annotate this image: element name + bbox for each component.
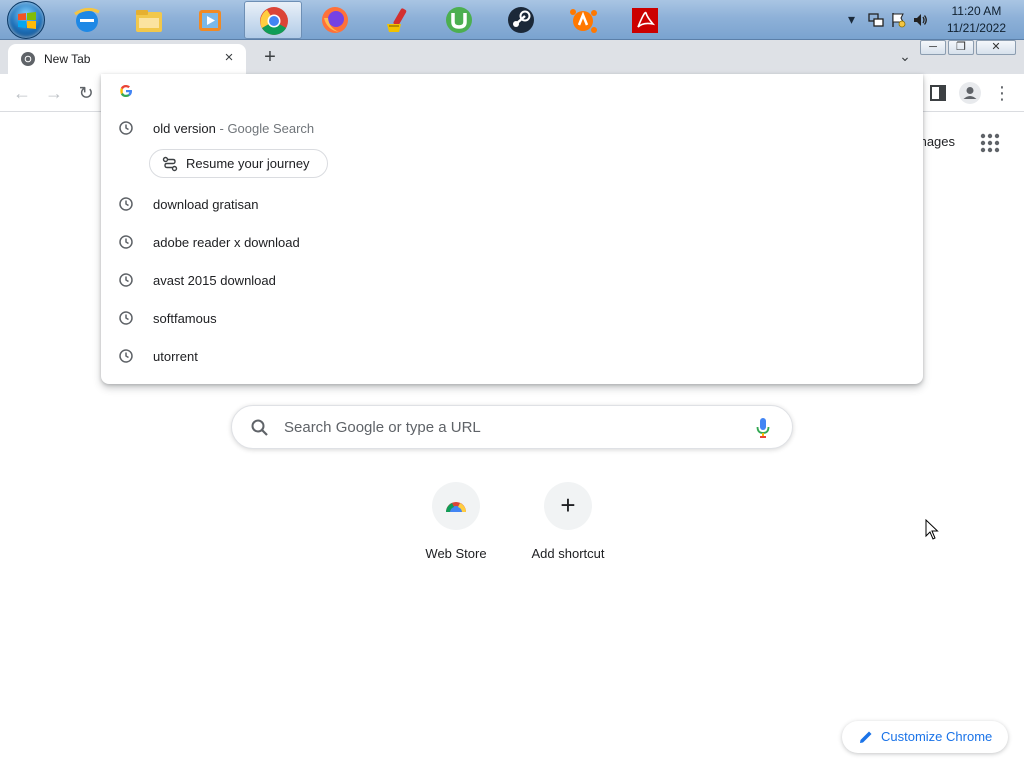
resume-journey-label: Resume your journey [186,156,310,171]
journey-icon [162,156,178,172]
taskbar-chrome[interactable] [244,1,302,39]
chrome-favicon-icon [21,52,35,66]
shortcut-label: Add shortcut [531,546,605,561]
customize-chrome-label: Customize Chrome [881,729,993,744]
shortcut-web-store[interactable]: Web Store [400,482,512,572]
adobe-reader-icon [632,8,658,33]
taskbar-steam[interactable] [492,1,550,39]
clock-time: 11:20 AM [951,4,1002,18]
close-window-button[interactable]: ✕ [976,40,1016,55]
web-store-icon [446,502,466,512]
avast-icon [570,9,597,33]
chrome-menu-button[interactable]: ⋮ [991,82,1013,104]
taskbar-ccleaner[interactable] [368,1,426,39]
taskbar-media-player[interactable] [181,1,239,39]
utorrent-icon [446,7,472,33]
window-controls: ─ ❐ ✕ [918,40,1016,57]
forward-button[interactable]: → [43,82,65,104]
suggestion-row[interactable]: old version - Google Search [101,110,923,148]
suggestion-text: old version - Google Search [153,121,314,136]
shortcut-label: Web Store [425,546,487,561]
side-panel-button[interactable] [926,81,950,105]
plus-icon: + [560,490,576,520]
taskbar-internet-explorer[interactable] [58,1,116,39]
omnibox-dropdown: old version - Google Search Resume your … [101,74,923,384]
internet-explorer-icon [74,7,100,32]
network-icon[interactable] [868,12,884,28]
media-player-icon [199,10,221,31]
suggestion-separator: - [215,121,228,136]
tab-strip: New Tab × + ⌄ [0,40,1024,74]
tab-title: New Tab [44,52,91,66]
suggestion-row[interactable]: download gratisan [101,186,923,224]
add-shortcut-tile: + [544,482,592,530]
suggestion-row[interactable]: avast 2015 download [101,262,923,300]
minimize-button[interactable]: ─ [920,40,946,55]
history-clock-icon [119,349,133,363]
history-clock-icon [119,197,133,211]
suggestion-row[interactable]: softfamous [101,300,923,338]
history-clock-icon [119,121,133,135]
suggestion-text: utorrent [153,349,198,364]
taskbar-firefox[interactable] [306,1,364,39]
action-center-flag-icon[interactable] [890,12,906,28]
suggestion-query: old version [153,121,216,136]
search-placeholder: Search Google or type a URL [284,419,481,436]
search-icon [251,419,268,436]
tab-close-icon[interactable]: × [220,49,238,67]
voice-search-icon[interactable] [756,417,770,439]
profile-avatar-icon [959,82,981,104]
tab-search-icon[interactable]: ⌄ [893,48,917,68]
suggestion-row[interactable]: utorrent [101,338,923,376]
volume-icon[interactable] [912,12,928,28]
resume-journey-chip[interactable]: Resume your journey [149,149,328,178]
side-panel-icon [930,85,946,101]
restore-button[interactable]: ❐ [948,40,974,55]
clock-date: 11/21/2022 [946,21,1006,35]
chrome-icon [260,7,288,35]
taskbar-clock[interactable]: 11:20 AM 11/21/2022 [947,3,1006,37]
taskbar-avast[interactable] [554,1,612,39]
suggestion-text: softfamous [153,311,217,326]
customize-chrome-button[interactable]: Customize Chrome [842,721,1008,753]
web-store-tile [432,482,480,530]
start-button[interactable] [7,1,45,39]
back-button[interactable]: ← [11,82,33,104]
reload-button[interactable]: ↻ [75,82,97,104]
suggestion-text: avast 2015 download [153,273,276,288]
tray-expand-icon[interactable]: ▾ [848,11,855,28]
system-tray: ▾ 11:20 AM 11/21/2022 [834,0,1024,40]
new-tab-button[interactable]: + [258,46,282,70]
mouse-cursor-icon [925,519,939,540]
tab-new-tab[interactable]: New Tab × [8,44,246,74]
file-explorer-icon [136,10,162,32]
history-clock-icon [119,311,133,325]
suggestion-source: Google Search [227,121,315,136]
steam-icon [508,7,534,33]
taskbar-utorrent[interactable] [430,1,488,39]
search-box[interactable]: Search Google or type a URL [231,405,793,449]
shortcut-add[interactable]: + Add shortcut [512,482,624,572]
taskbar-adobe-reader[interactable] [616,1,674,39]
suggestion-text: download gratisan [153,197,259,212]
history-clock-icon [119,273,133,287]
suggestion-row[interactable]: adobe reader x download [101,224,923,262]
profile-button[interactable] [958,81,982,105]
ccleaner-icon [387,8,407,32]
suggestion-text: adobe reader x download [153,235,300,250]
google-apps-icon[interactable] [980,133,1000,153]
windows-logo-icon [18,12,36,29]
windows-taskbar: ▾ 11:20 AM 11/21/2022 [0,0,1024,40]
firefox-icon [322,7,348,33]
pencil-icon [860,731,872,743]
history-clock-icon [119,235,133,249]
taskbar-file-explorer[interactable] [120,1,178,39]
google-g-icon [120,85,132,97]
